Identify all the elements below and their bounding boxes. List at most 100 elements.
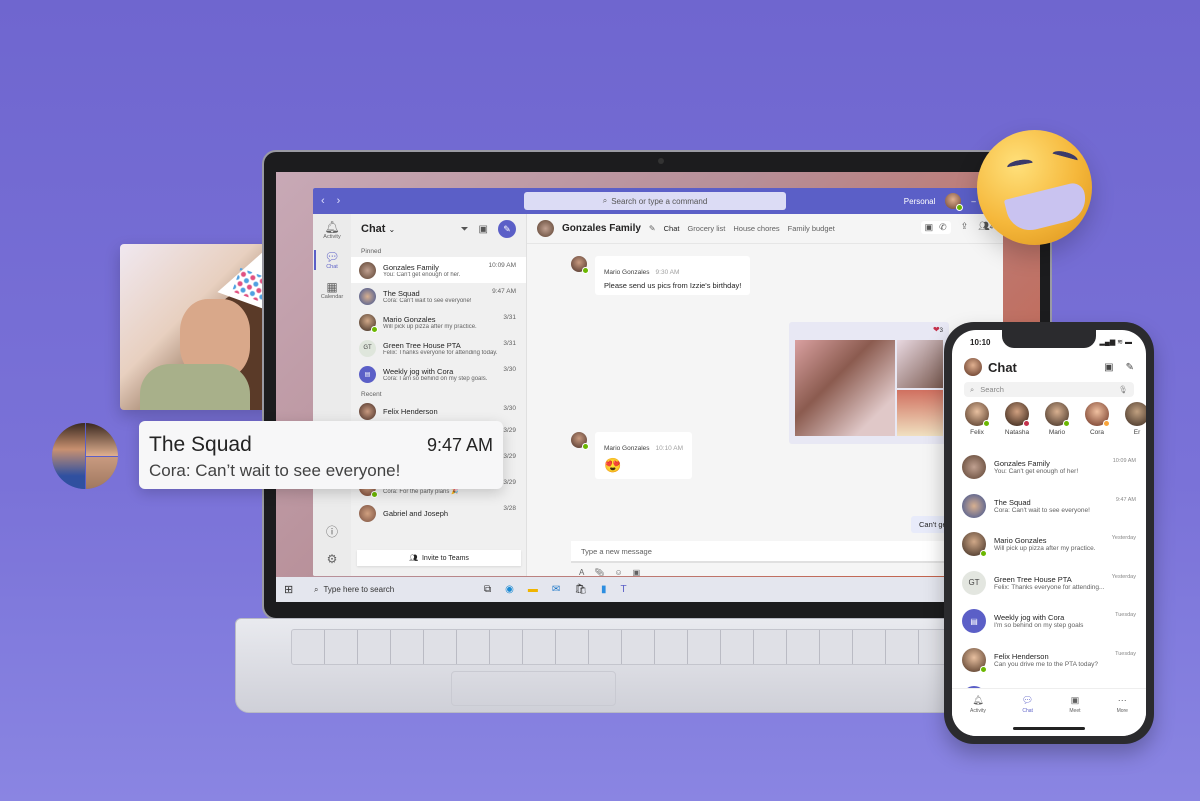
new-chat-button[interactable]: ✎ (498, 220, 516, 238)
phone-call-icon[interactable]: ✆ (939, 222, 947, 233)
phone-chat-item[interactable]: Gonzales Family You: Can't get enough of … (952, 448, 1146, 487)
home-indicator[interactable] (1013, 727, 1085, 730)
gif-icon[interactable]: ▣ (633, 568, 641, 576)
avatar (962, 532, 987, 558)
squad-group-avatar (52, 423, 118, 489)
phone-link-icon[interactable]: ▮ (601, 584, 607, 595)
phone-tab-more[interactable]: ⋯ More (1117, 695, 1128, 736)
avatar (1085, 402, 1110, 427)
share-screen-icon[interactable]: ⇪ (961, 221, 969, 234)
file-explorer-icon[interactable]: ▬ (528, 584, 538, 595)
profile-avatar[interactable] (964, 358, 982, 376)
mail-icon[interactable]: ✉ (552, 584, 560, 595)
store-icon[interactable]: 🛍︎ (574, 584, 587, 595)
account-label: Personal (903, 196, 936, 206)
chat-icon: 💬︎ (1021, 695, 1034, 705)
profile-avatar[interactable] (945, 193, 964, 211)
presence-available-icon (980, 665, 987, 673)
shared-photo-collage[interactable]: ❤3 (789, 322, 949, 444)
phone-chat-list: Gonzales Family You: Can't get enough of … (952, 448, 1146, 718)
toast-time: 9:47 AM (426, 435, 493, 455)
invite-to-teams-button[interactable]: 👥︎ Invite to Teams (357, 550, 521, 566)
phone-chat-item[interactable]: The Squad Cora: Can't wait to see everyon… (952, 487, 1146, 526)
phone-chat-item[interactable]: ▤ Weekly jog with Cora I'm so behind on m… (952, 602, 1146, 641)
filter-icon[interactable]: ⏷ (461, 224, 469, 235)
presence-available-icon (980, 550, 987, 558)
chat-item-weekly-jog[interactable]: ▤ Weekly jog with Cora Cora: I am so behi… (351, 361, 526, 387)
video-call-icon[interactable]: ▣ (925, 222, 934, 233)
windows-start-icon[interactable]: ⊞ (284, 583, 304, 596)
taskbar-search-input[interactable]: ⌕ Type here to search (304, 585, 474, 595)
chat-item-the-squad[interactable]: The Squad Cora: Can't wait to see everyon… (351, 283, 526, 309)
avatar (1005, 402, 1030, 427)
person-mario[interactable]: Mario (1044, 402, 1070, 436)
laughing-emoji (977, 130, 1092, 245)
person-felix[interactable]: Felix (964, 402, 990, 436)
emoji-icon[interactable]: ☺ (615, 568, 623, 576)
back-button[interactable]: ‹ (321, 195, 325, 207)
notification-toast[interactable]: The Squad 9:47 AM Cora: Can’t wait to se… (139, 421, 503, 489)
compose-icon[interactable]: ✎ (1126, 362, 1134, 373)
person-partial[interactable]: Er (1124, 402, 1146, 436)
rail-item-calendar[interactable]: ▦ Calendar (313, 280, 351, 300)
heart-reaction-icon[interactable]: ❤3 (933, 325, 943, 334)
command-search-input[interactable]: ⌕ Search or type a command (524, 192, 786, 210)
chat-item-gonzales-family[interactable]: Gonzales Family You: Can't get enough of … (351, 257, 526, 283)
more-icon: ⋯ (1117, 695, 1127, 705)
message-input[interactable]: Type a new message (571, 541, 1003, 563)
chat-item-gabriel-joseph[interactable]: Gabriel and Joseph 3/28 (351, 500, 526, 526)
initials-avatar: GT (359, 339, 376, 357)
meet-now-icon[interactable]: ▣ (479, 224, 488, 235)
phone-screen: 10:10 ▂▄▆ ≋ ▬ Chat ▣ ✎ ⌕ Search 🎙︎ Felix… (952, 330, 1146, 736)
calendar-icon: ▦ (326, 280, 338, 294)
phone-chat-item[interactable]: Mario Gonzales Will pick up pizza after m… (952, 525, 1146, 564)
person-natasha[interactable]: Natasha (1004, 402, 1030, 436)
avatar (1045, 402, 1070, 427)
tab-family-budget[interactable]: Family budget (788, 224, 835, 233)
edit-pencil-icon[interactable]: ✎ (649, 224, 656, 233)
tab-chat[interactable]: Chat (664, 224, 680, 233)
chat-item-green-tree-pta[interactable]: GT Green Tree House PTA Felix: Thanks eve… (351, 335, 526, 361)
group-avatar (962, 455, 986, 480)
message: Mario Gonzales 9:30 AM Please send us pic… (571, 256, 751, 295)
meet-now-icon[interactable]: ▣ (1104, 362, 1113, 373)
teams-window: ‹ › ⌕ Search or type a command Personal … (313, 188, 1003, 576)
person-cora[interactable]: Cora (1084, 402, 1110, 436)
presence-available-icon (1063, 420, 1070, 427)
chat-item-mario-gonzales[interactable]: Mario Gonzales Will pick up pizza after m… (351, 309, 526, 335)
avatar (359, 402, 376, 420)
chat-list-title[interactable]: Chat ⌄ (361, 223, 395, 235)
format-icon[interactable]: A (579, 568, 584, 576)
group-avatar (962, 493, 986, 518)
forward-button[interactable]: › (337, 195, 341, 207)
photo (897, 390, 943, 436)
phone-chat-item[interactable]: Felix Henderson Can you drive me to the P… (952, 641, 1146, 680)
phone-search-input[interactable]: ⌕ Search 🎙︎ (964, 382, 1134, 397)
minimize-button[interactable]: – (971, 197, 975, 206)
recent-section-label: Recent (361, 391, 382, 398)
chat-item-felix-henderson[interactable]: Felix Henderson 3/30 (351, 400, 526, 422)
phone-tab-activity[interactable]: 🔔︎ Activity (970, 695, 986, 736)
people-carousel: Felix Natasha Mario Cora Er (964, 402, 1146, 436)
edge-icon[interactable]: ◉ (505, 584, 514, 595)
avatar (571, 256, 589, 274)
help-icon[interactable]: ⓘ (326, 523, 338, 540)
calendar-avatar-icon: ▤ (962, 609, 986, 634)
tab-house-chores[interactable]: House chores (733, 224, 779, 233)
settings-gear-icon[interactable]: ⚙ (327, 552, 338, 566)
laptop-screen: ‹ › ⌕ Search or type a command Personal … (276, 172, 1040, 602)
phone-notch (1002, 330, 1096, 348)
attach-icon[interactable]: 📎︎ (594, 568, 604, 576)
microphone-icon[interactable]: 🎙︎ (1118, 385, 1128, 394)
tab-grocery-list[interactable]: Grocery list (687, 224, 725, 233)
rail-item-chat[interactable]: 💬︎ Chat (313, 250, 351, 270)
task-view-icon[interactable]: ⧉ (484, 584, 491, 595)
webcam (658, 158, 664, 164)
photo (795, 340, 895, 436)
teams-icon[interactable]: T (620, 584, 626, 595)
rail-item-activity[interactable]: 🔔︎ Activity (313, 220, 351, 240)
phone-chat-item[interactable]: GT Green Tree House PTA Felix: Thanks eve… (952, 564, 1146, 603)
photo (897, 340, 943, 388)
group-avatar (359, 261, 376, 279)
presence-available-icon (983, 420, 990, 427)
